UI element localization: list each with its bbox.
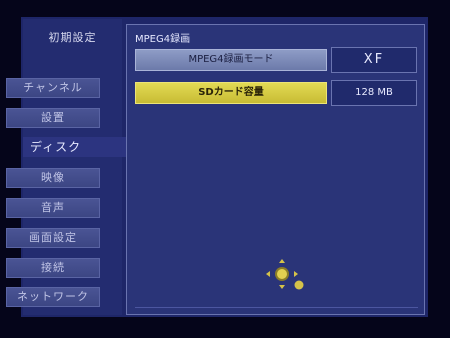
sidebar-item-channel[interactable]: チャンネル (6, 78, 100, 98)
sd-card-capacity-button[interactable]: SDカード容量 (135, 82, 327, 104)
sidebar-item-installation[interactable]: 設置 (6, 108, 100, 128)
remote-dpad-icon (266, 259, 304, 290)
panel-divider (135, 307, 418, 308)
mpeg4-record-mode-button[interactable]: MPEG4録画モード (135, 49, 327, 71)
sidebar-item-audio[interactable]: 音声 (6, 198, 100, 218)
panel-title: MPEG4録画 (135, 34, 191, 45)
sidebar-item-connection[interactable]: 接続 (6, 258, 100, 278)
mpeg4-record-mode-value: XF (331, 47, 417, 73)
mpeg4-settings-panel: MPEG4録画 MPEG4録画モード XF SDカード容量 128 MB (126, 24, 425, 315)
sd-card-capacity-value: 128 MB (331, 80, 417, 106)
sidebar-item-display-settings[interactable]: 画面設定 (6, 228, 100, 248)
sidebar-item-video[interactable]: 映像 (6, 168, 100, 188)
sidebar-item-network[interactable]: ネットワーク (6, 287, 100, 307)
sidebar-item-disk[interactable]: ディスク (23, 137, 126, 157)
sidebar-title: 初期設定 (48, 31, 97, 44)
